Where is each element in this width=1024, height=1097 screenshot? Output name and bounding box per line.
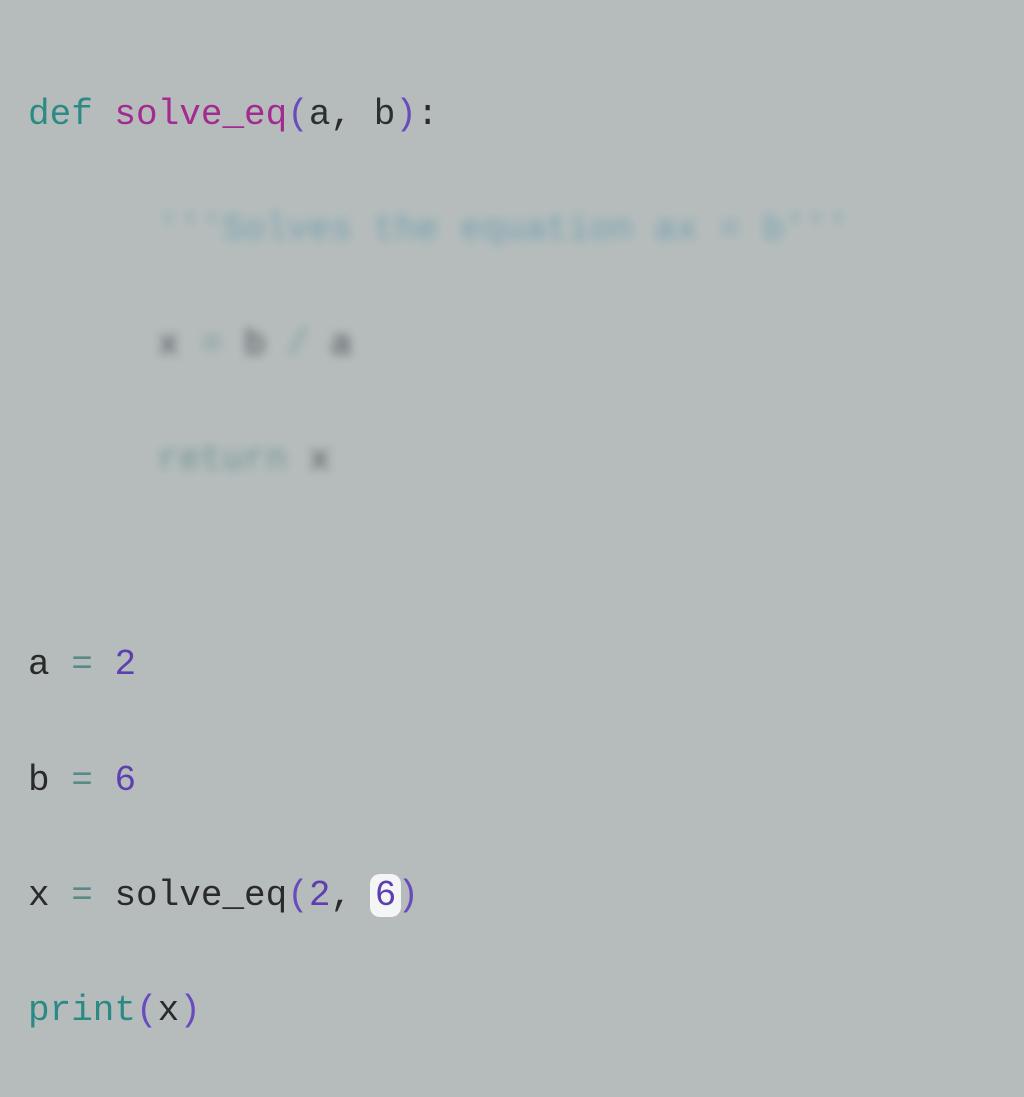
right-paren: ) [179, 990, 201, 1031]
function-name: solve_eq [114, 94, 287, 135]
literal-6: 6 [114, 760, 136, 801]
left-paren: ( [287, 94, 309, 135]
op-assign: = [71, 760, 93, 801]
left-paren: ( [287, 875, 309, 916]
code-line-3: x = b / a [28, 316, 996, 374]
param-a: a [309, 94, 331, 135]
op-assign: = [71, 644, 93, 685]
docstring: '''Solves the equation ax = b''' [158, 209, 849, 250]
keyword-def: def [28, 94, 93, 135]
literal-2: 2 [114, 644, 136, 685]
arg-6: 6 [375, 875, 397, 916]
param-b: b [374, 94, 396, 135]
fn-call-solve-eq: solve_eq [114, 875, 287, 916]
code-line-6: a = 2 [28, 636, 996, 694]
code-line-7: b = 6 [28, 752, 996, 810]
code-line-1: def solve_eq(a, b): [28, 86, 996, 144]
var-x-assign: x [28, 875, 50, 916]
var-x: x [158, 324, 180, 365]
right-paren: ) [395, 94, 417, 135]
code-line-4: return x [28, 431, 996, 489]
var-b-assign: b [28, 760, 50, 801]
fn-call-print: print [28, 990, 136, 1031]
code-line-8: x = solve_eq(2, 6) [28, 867, 996, 925]
code-line-2: '''Solves the equation ax = b''' [28, 201, 996, 259]
var-b: b [244, 324, 266, 365]
right-paren: ) [397, 875, 419, 916]
arg-2: 2 [309, 875, 331, 916]
var-a: a [331, 324, 353, 365]
op-assign: = [201, 324, 223, 365]
var-a-assign: a [28, 644, 50, 685]
arg-x: x [158, 990, 180, 1031]
code-block: def solve_eq(a, b): '''Solves the equati… [28, 28, 996, 1097]
op-assign: = [71, 875, 93, 916]
return-var-x: x [309, 439, 331, 480]
op-divide: / [287, 324, 309, 365]
left-paren: ( [136, 990, 158, 1031]
keyword-return: return [158, 439, 288, 480]
code-line-9: print(x) [28, 982, 996, 1040]
